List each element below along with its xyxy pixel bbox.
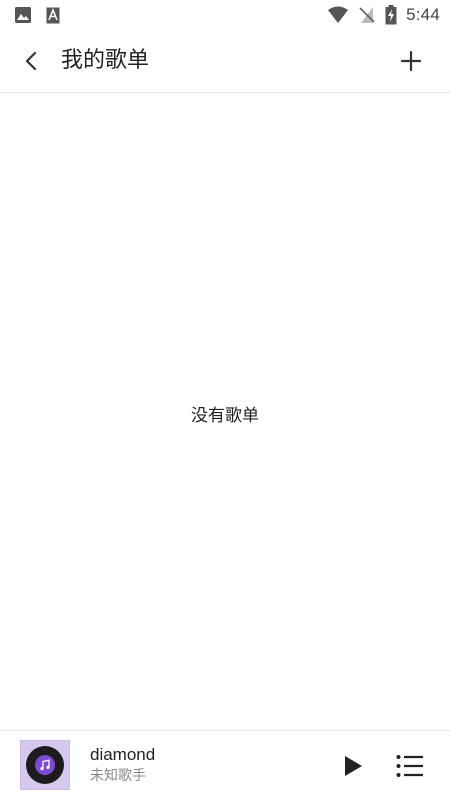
no-sim-icon: [358, 6, 376, 24]
back-button[interactable]: [10, 40, 52, 82]
battery-charging-icon: [385, 5, 397, 25]
status-time: 5:44: [406, 5, 440, 24]
play-icon: [343, 755, 363, 777]
status-left: [14, 6, 60, 24]
image-icon: [14, 6, 32, 24]
playlist-icon: [396, 754, 424, 778]
empty-state-message: 没有歌单: [191, 406, 259, 426]
disc-icon: [26, 746, 64, 784]
play-button[interactable]: [336, 748, 370, 784]
status-bar: 5:44: [0, 0, 450, 30]
add-playlist-button[interactable]: [390, 40, 432, 82]
track-title: diamond: [90, 745, 156, 764]
music-note-icon: [35, 755, 55, 775]
a-notification-icon: [46, 7, 60, 24]
playlist-list: 没有歌单: [0, 93, 450, 730]
status-right: 5:44: [327, 5, 440, 25]
wifi-icon: [327, 6, 349, 24]
page-title: 我的歌单: [61, 48, 150, 73]
app-bar: 我的歌单: [0, 30, 450, 93]
mini-player: diamond 未知歌手: [0, 730, 450, 800]
plus-icon: [400, 50, 422, 72]
track-artist: 未知歌手: [90, 768, 146, 784]
album-art[interactable]: [20, 740, 70, 790]
playlist-queue-button[interactable]: [392, 748, 428, 784]
chevron-left-icon: [23, 50, 39, 72]
track-info[interactable]: diamond 未知歌手: [90, 744, 155, 786]
screen: 5:44 我的歌单 没有歌单 diamond 未知歌手: [0, 0, 450, 800]
